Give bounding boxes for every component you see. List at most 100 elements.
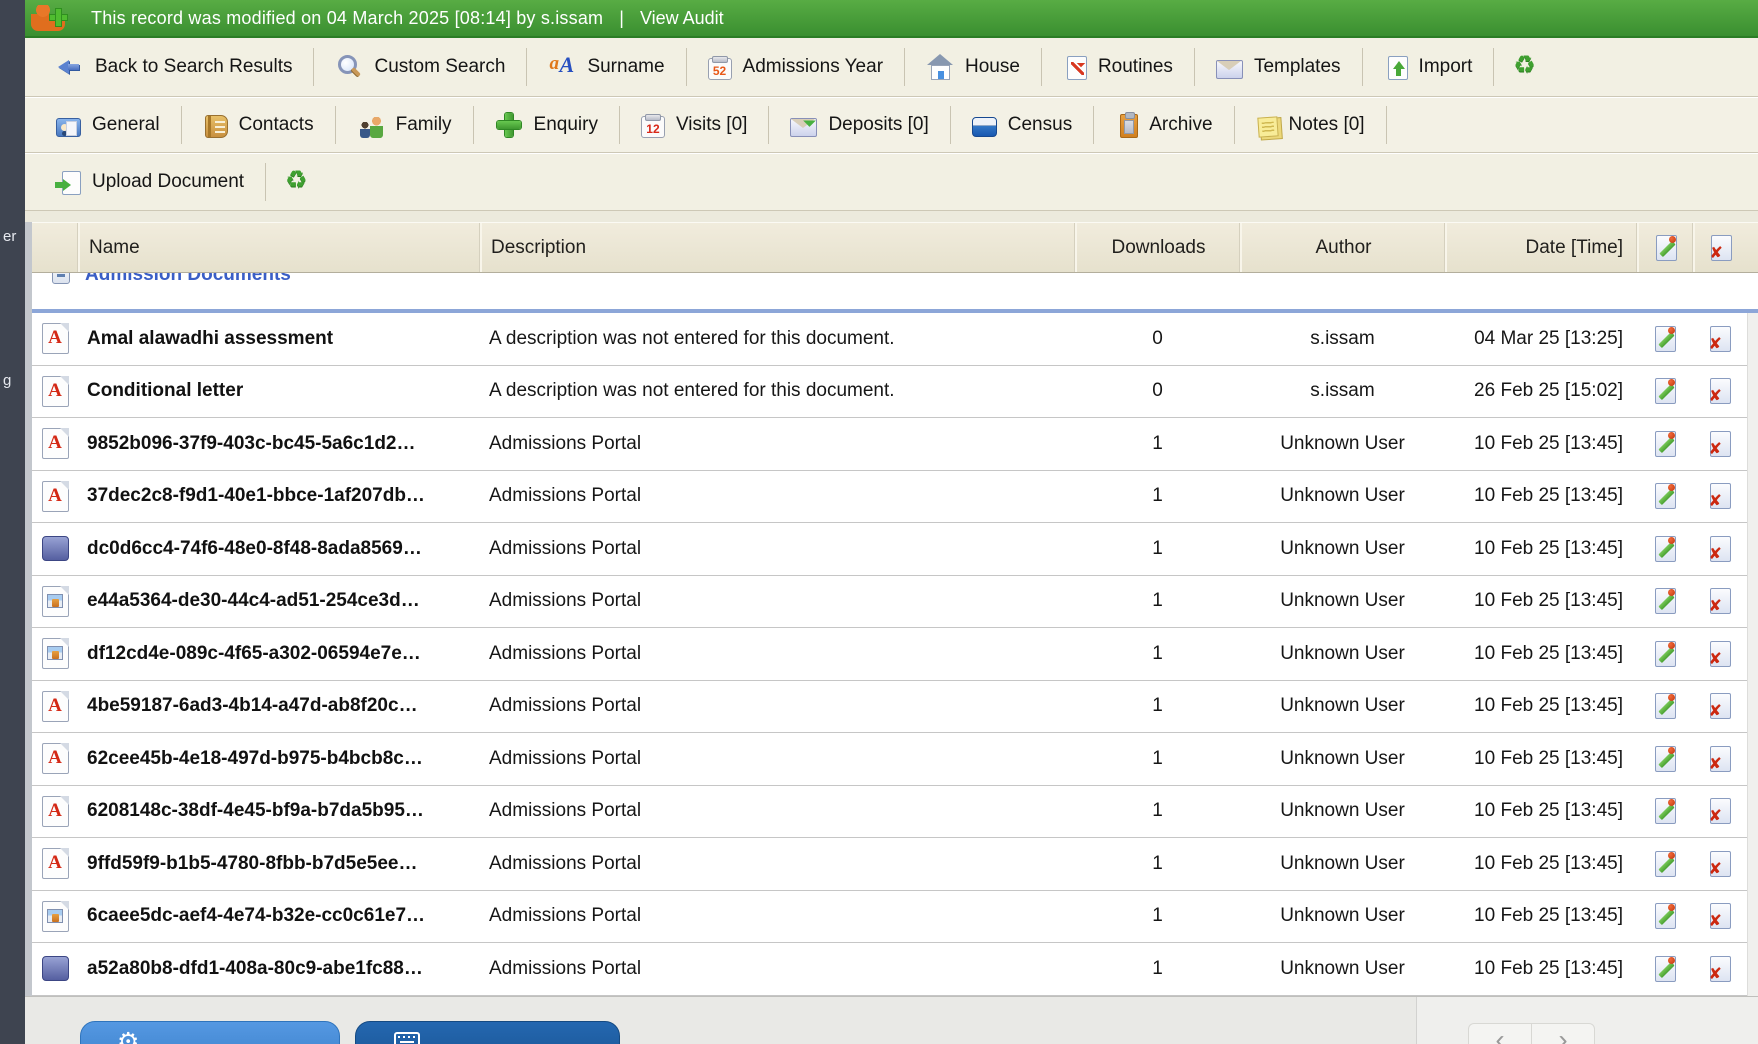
view-audit-link[interactable]: View Audit <box>640 8 724 29</box>
document-name[interactable]: e44a5364-de30-44c4-ad51-254ce3d… <box>78 576 480 628</box>
sort-alpha-icon <box>548 53 576 81</box>
footer-keyboard-button[interactable] <box>355 1021 620 1044</box>
document-name[interactable]: dc0d6cc4-74f6-48e0-8f48-8ada8569… <box>78 523 480 575</box>
record-tab[interactable]: Family <box>336 106 474 144</box>
document-row[interactable]: df12cd4e-089c-4f65-a302-06594e7e… Admiss… <box>25 628 1758 681</box>
record-tab[interactable]: Notes [0] <box>1235 106 1387 144</box>
isams-admissions-record-screen: er g This record was modified on 04 Marc… <box>0 0 1758 1044</box>
delete-document-icon[interactable] <box>1710 536 1731 562</box>
document-row[interactable]: 62cee45b-4e18-497d-b975-b4bcb8c… Admissi… <box>25 733 1758 786</box>
delete-document-icon[interactable] <box>1710 483 1731 509</box>
document-row[interactable]: 9852b096-37f9-403c-bc45-5a6c1d2… Admissi… <box>25 418 1758 471</box>
document-row[interactable]: e44a5364-de30-44c4-ad51-254ce3d… Admissi… <box>25 576 1758 629</box>
record-tab-label: Census <box>1008 114 1072 136</box>
document-name[interactable]: 6208148c-38df-4e45-bf9a-b7da5b95… <box>78 786 480 838</box>
document-row[interactable]: 37dec2c8-f9d1-40e1-bbce-1af207db… Admiss… <box>25 471 1758 524</box>
document-name[interactable]: 6caee5dc-aef4-4e74-b32e-cc0c61e7… <box>78 891 480 943</box>
previous-page-button[interactable]: ‹ <box>1468 1023 1532 1044</box>
delete-document-icon[interactable] <box>1710 746 1731 772</box>
document-name[interactable]: Conditional letter <box>78 366 480 418</box>
upload-document-button[interactable]: Upload Document <box>35 163 266 201</box>
document-name[interactable]: 4be59187-6ad3-4b14-a47d-ab8f20c… <box>78 681 480 733</box>
document-row[interactable]: 9ffd59f9-b1b5-4780-8fbb-b7d5e5ee… Admiss… <box>25 838 1758 891</box>
document-name[interactable]: 62cee45b-4e18-497d-b975-b4bcb8c… <box>78 733 480 785</box>
document-name[interactable]: a52a80b8-dfd1-408a-80c9-abe1fc88… <box>78 943 480 995</box>
delete-document-icon[interactable] <box>1710 431 1731 457</box>
edit-document-icon[interactable] <box>1655 326 1676 352</box>
document-row[interactable]: 6caee5dc-aef4-4e74-b32e-cc0c61e7… Admiss… <box>25 891 1758 944</box>
toolbar-button[interactable]: Import <box>1363 48 1495 86</box>
footer-settings-button[interactable]: ⚙ <box>80 1021 340 1044</box>
edit-document-icon[interactable] <box>1655 536 1676 562</box>
toolbar-button[interactable]: House <box>905 48 1042 86</box>
edit-document-icon[interactable] <box>1655 588 1676 614</box>
delete-document-icon[interactable] <box>1710 903 1731 929</box>
edit-cell <box>1637 628 1693 680</box>
document-row[interactable]: 4be59187-6ad3-4b14-a47d-ab8f20c… Admissi… <box>25 681 1758 734</box>
edit-document-icon[interactable] <box>1655 693 1676 719</box>
admission-documents-group-link[interactable]: Admission Documents <box>85 273 291 286</box>
delete-document-icon[interactable] <box>1710 851 1731 877</box>
document-row[interactable]: Conditional letter A description was not… <box>25 366 1758 419</box>
toolbar-button[interactable]: Templates <box>1195 48 1363 86</box>
downloads-column-header[interactable]: Downloads <box>1075 223 1240 272</box>
record-tab[interactable]: Deposits [0] <box>769 106 950 144</box>
edit-icon <box>1656 235 1677 261</box>
edit-document-icon[interactable] <box>1655 851 1676 877</box>
document-row[interactable]: Amal alawadhi assessment A description w… <box>25 313 1758 366</box>
author-column-header[interactable]: Author <box>1240 223 1445 272</box>
document-row[interactable]: a52a80b8-dfd1-408a-80c9-abe1fc88… Admiss… <box>25 943 1758 996</box>
pdf-icon <box>42 848 69 879</box>
edit-document-icon[interactable] <box>1655 903 1676 929</box>
toolbar-button[interactable]: Back to Search Results <box>35 48 314 86</box>
delete-document-icon[interactable] <box>1710 693 1731 719</box>
date-column-header[interactable]: Date [Time] <box>1445 223 1637 272</box>
record-tab-label: Family <box>396 114 452 136</box>
name-column-header[interactable]: Name <box>78 223 480 272</box>
delete-document-icon[interactable] <box>1710 641 1731 667</box>
delete-document-icon[interactable] <box>1710 588 1731 614</box>
delete-cell <box>1693 891 1747 943</box>
record-tab[interactable]: Visits [0] <box>620 106 769 144</box>
record-tab[interactable]: Census <box>951 106 1094 144</box>
edit-document-icon[interactable] <box>1655 483 1676 509</box>
record-tab[interactable]: Contacts <box>182 106 336 144</box>
edit-document-icon[interactable] <box>1655 378 1676 404</box>
edit-document-icon[interactable] <box>1655 956 1676 982</box>
toolbar-refresh-button[interactable] <box>1494 53 1558 81</box>
toolbar-button-label: Surname <box>587 56 664 78</box>
description-column-header[interactable]: Description <box>480 223 1075 272</box>
image-icon <box>42 586 69 617</box>
next-page-button[interactable]: › <box>1531 1023 1595 1044</box>
record-tab[interactable]: General <box>35 106 182 144</box>
document-name[interactable]: Amal alawadhi assessment <box>78 313 480 365</box>
document-row[interactable]: 6208148c-38df-4e45-bf9a-b7da5b95… Admiss… <box>25 786 1758 839</box>
document-name[interactable]: df12cd4e-089c-4f65-a302-06594e7e… <box>78 628 480 680</box>
refresh-icon <box>1512 53 1540 81</box>
document-row[interactable]: dc0d6cc4-74f6-48e0-8f48-8ada8569… Admiss… <box>25 523 1758 576</box>
document-name[interactable]: 37dec2c8-f9d1-40e1-bbce-1af207db… <box>78 471 480 523</box>
toolbar-button[interactable]: Custom Search <box>314 48 527 86</box>
edit-document-icon[interactable] <box>1655 431 1676 457</box>
document-name[interactable]: 9852b096-37f9-403c-bc45-5a6c1d2… <box>78 418 480 470</box>
edit-document-icon[interactable] <box>1655 746 1676 772</box>
scrollbar-track[interactable] <box>1747 313 1758 996</box>
document-name[interactable]: 9ffd59f9-b1b5-4780-8fbb-b7d5e5ee… <box>78 838 480 890</box>
record-tab[interactable]: Enquiry <box>474 106 620 144</box>
family-icon <box>357 111 385 139</box>
delete-document-icon[interactable] <box>1710 956 1731 982</box>
document-author: Unknown User <box>1240 786 1445 838</box>
edit-document-icon[interactable] <box>1655 641 1676 667</box>
toolbar-button[interactable]: Routines <box>1042 48 1195 86</box>
edit-cell <box>1637 891 1693 943</box>
record-tab[interactable]: Archive <box>1094 106 1234 144</box>
toolbar-button[interactable]: Surname <box>527 48 686 86</box>
delete-document-icon[interactable] <box>1710 378 1731 404</box>
delete-document-icon[interactable] <box>1710 798 1731 824</box>
delete-document-icon[interactable] <box>1710 326 1731 352</box>
edit-document-icon[interactable] <box>1655 798 1676 824</box>
documents-refresh-button[interactable] <box>266 168 330 196</box>
toolbar-button[interactable]: Admissions Year <box>687 48 905 86</box>
sidebar-partial-label: g <box>3 372 11 389</box>
collapse-group-icon[interactable] <box>52 273 70 284</box>
